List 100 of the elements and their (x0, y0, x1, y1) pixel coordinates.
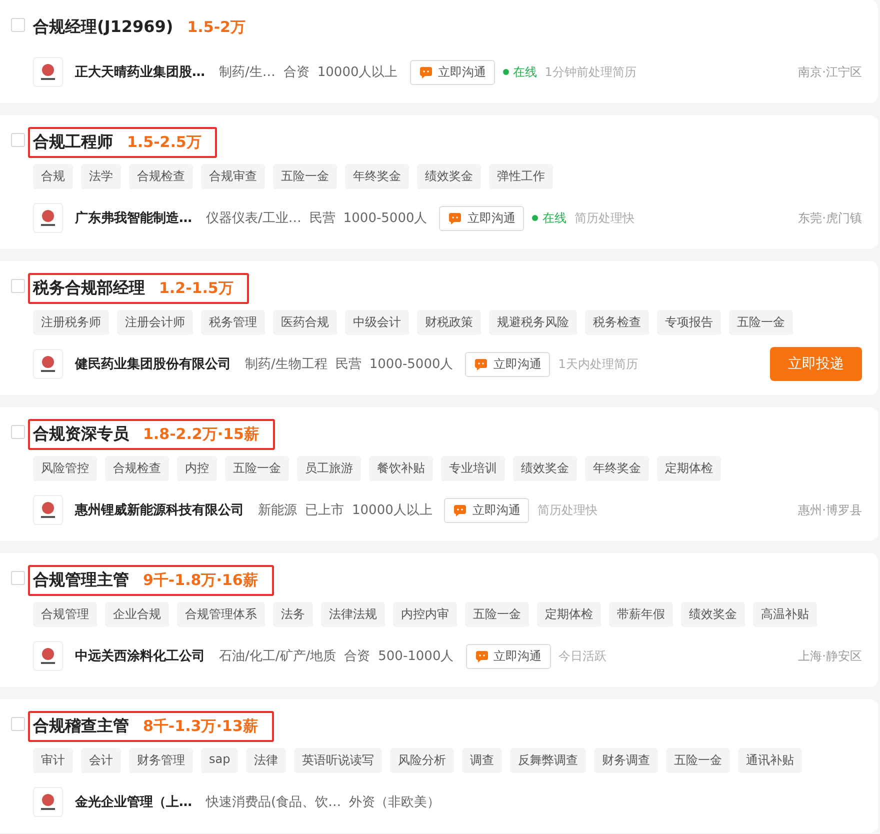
skill-tag: 企业合规 (105, 602, 169, 627)
company-logo-icon (33, 203, 63, 233)
checkbox[interactable] (11, 571, 25, 585)
company-logo-icon (33, 787, 63, 817)
salary: 1.8-2.2万·15薪 (143, 425, 259, 444)
activity-note: 简历处理快 (574, 210, 634, 226)
skill-tag: 年终奖金 (345, 164, 409, 189)
company-size: 1000-5000人 (369, 356, 454, 373)
job-title[interactable]: 税务合规部经理 (33, 278, 145, 299)
company-logo-icon (33, 57, 63, 87)
online-dot-icon (502, 69, 509, 75)
salary: 8千-1.3万·13薪 (143, 717, 258, 736)
ownership: 合资 (344, 648, 370, 665)
job-card[interactable]: 合规资深专员 1.8-2.2万·15薪 风险管控 合规检查 内控 五险一金 员工旅游 餐饮补贴 专业培训 绩效奖金 年终奖金 定期体检 惠州锂威新能源科技有限公司 新能源 已上市 10000人以上 立即沟通 简历处理快 惠州·博罗县 (0, 407, 878, 541)
company-name[interactable]: 中远关西涂料化工公司 (75, 647, 205, 665)
chat-button[interactable]: 立即沟通 (444, 498, 530, 522)
skill-tag: 财务调查 (594, 748, 658, 773)
company-name[interactable]: 广东弗我智能制造… (75, 209, 192, 227)
skill-tag: 反舞弊调查 (510, 748, 586, 773)
chat-button[interactable]: 立即沟通 (410, 60, 495, 84)
skill-tag: 定期体检 (537, 602, 601, 627)
job-card[interactable]: 合规管理主管 9千-1.8万·16薪 合规管理 企业合规 合规管理体系 法务 法律法规 内控内审 五险一金 定期体检 带薪年假 绩效奖金 高温补贴 中远关西涂料化工公司 石油/化工/矿产/地质 合资 500-1000人 立即沟通 今日活跃 上海·静安区 (0, 553, 878, 687)
skill-tag: 风险管控 (33, 456, 97, 481)
chat-button[interactable]: 立即沟通 (439, 206, 524, 230)
online-status: 在线 (542, 210, 566, 226)
ownership: 合资 (283, 64, 310, 81)
skill-tag: 带薪年假 (609, 602, 673, 627)
industry: 快速消费品(食品、饮… (206, 794, 342, 811)
salary: 1.2-1.5万 (159, 279, 234, 298)
company-name[interactable]: 金光企业管理（上… (75, 793, 192, 811)
job-title[interactable]: 合规稽查主管 (33, 716, 129, 737)
job-card[interactable]: 税务合规部经理 1.2-1.5万 注册税务师 注册会计师 税务管理 医药合规 中级会计 财税政策 规避税务风险 税务检查 专项报告 五险一金 健民药业集团股份有限公司 制药/生物工程 民营 1000-5000人 立即沟通 1天内处理简历 立即投递 (0, 261, 878, 395)
company-size: 500-1000人 (378, 648, 454, 665)
skill-tag: 规避税务风险 (489, 310, 577, 335)
skill-tag: 定期体检 (657, 456, 721, 481)
job-title[interactable]: 合规经理(J12969) (33, 17, 174, 38)
skill-tag: 合规管理 (33, 602, 97, 627)
chat-icon (418, 66, 433, 78)
job-card[interactable]: 合规稽查主管 8千-1.3万·13薪 审计 会计 财务管理 sap 法律 英语听说读写 风险分析 调查 反舞弊调查 财务调查 五险一金 通讯补贴 金光企业管理（上… 快速消费品(食品、饮… 外资（非欧美） (0, 699, 878, 833)
skill-tag: 英语听说读写 (294, 748, 382, 773)
skill-tag: 绩效奖金 (681, 602, 745, 627)
skill-tag: 餐饮补贴 (369, 456, 433, 481)
skill-tag: 年终奖金 (585, 456, 649, 481)
ownership: 已上市 (305, 502, 344, 519)
checkbox[interactable] (11, 18, 25, 32)
skill-tag: 绩效奖金 (513, 456, 577, 481)
company-name[interactable]: 健民药业集团股份有限公司 (75, 355, 231, 373)
checkbox[interactable] (11, 717, 25, 731)
company-logo-icon (33, 495, 63, 525)
skill-tag: 五险一金 (225, 456, 289, 481)
job-title[interactable]: 合规工程师 (33, 132, 113, 153)
online-dot-icon (532, 215, 538, 221)
skill-tag: 审计 (33, 748, 73, 773)
company-logo-icon (33, 349, 63, 379)
skill-tag: sap (201, 748, 238, 773)
chat-button[interactable]: 立即沟通 (465, 352, 550, 376)
location: 东莞·虎门镇 (798, 210, 862, 226)
activity-note: 简历处理快 (537, 502, 598, 518)
location: 南京·江宁区 (798, 64, 862, 80)
skill-tag: 调查 (462, 748, 502, 773)
industry: 石油/化工/矿产/地质 (219, 648, 336, 665)
industry: 新能源 (258, 502, 297, 519)
company-name[interactable]: 惠州锂威新能源科技有限公司 (75, 501, 244, 519)
skill-tag: 税务检查 (585, 310, 649, 335)
skill-tag: 医药合规 (273, 310, 337, 335)
activity-note: 今日活跃 (558, 648, 607, 664)
skill-tag: 合规检查 (129, 164, 193, 189)
online-status: 在线 (512, 64, 537, 80)
skill-tag: 专业培训 (441, 456, 505, 481)
skill-tag: 注册会计师 (117, 310, 193, 335)
location: 上海·静安区 (798, 648, 862, 664)
checkbox[interactable] (11, 279, 25, 293)
job-title[interactable]: 合规管理主管 (33, 570, 129, 591)
company-name[interactable]: 正大天晴药业集团股… (75, 63, 205, 81)
chat-button[interactable]: 立即沟通 (466, 644, 551, 668)
skill-tag: 专项报告 (657, 310, 721, 335)
skill-tag: 税务管理 (201, 310, 265, 335)
activity-note: 1分钟前处理简历 (544, 64, 636, 80)
checkbox[interactable] (11, 133, 25, 147)
ownership: 外资（非欧美） (349, 794, 440, 811)
skill-tag: 绩效奖金 (417, 164, 481, 189)
skill-tag: 中级会计 (345, 310, 409, 335)
skill-tag: 五险一金 (465, 602, 529, 627)
company-size: 10000人以上 (317, 64, 398, 81)
company-size: 10000人以上 (352, 502, 432, 519)
skill-tag: 员工旅游 (297, 456, 361, 481)
skill-tag: 合规 (33, 164, 73, 189)
industry: 仪器仪表/工业… (206, 210, 302, 227)
job-card[interactable]: 合规经理(J12969) 1.5-2万 正大天晴药业集团股… 制药/生… 合资 10000人以上 立即沟通 在线 1分钟前处理简历 南京·江宁区 (0, 0, 878, 103)
skill-tag: 弹性工作 (489, 164, 553, 189)
chat-icon (474, 650, 489, 662)
chat-icon (474, 358, 488, 370)
activity-note: 1天内处理简历 (558, 356, 638, 372)
skill-tag: 法务 (273, 602, 313, 627)
checkbox[interactable] (11, 425, 25, 439)
job-title[interactable]: 合规资深专员 (33, 424, 129, 445)
chat-icon (453, 504, 468, 516)
job-card[interactable]: 合规工程师 1.5-2.5万 合规 法学 合规检查 合规审查 五险一金 年终奖金 绩效奖金 弹性工作 广东弗我智能制造… 仪器仪表/工业… 民营 1000-5000人 立即沟通 在线 简历处理快 东莞·虎门镇 (0, 115, 878, 249)
skill-tag: 风险分析 (390, 748, 454, 773)
skill-tag: 合规管理体系 (177, 602, 265, 627)
